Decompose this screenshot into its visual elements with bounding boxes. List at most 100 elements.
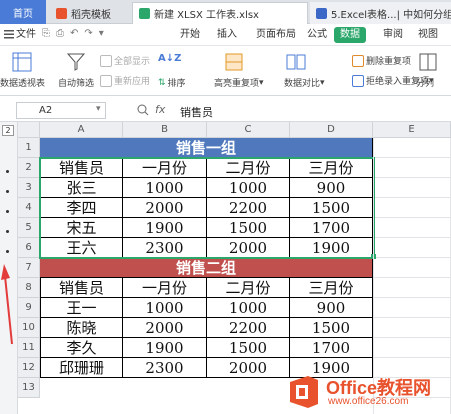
outline-dot — [6, 230, 9, 233]
remove-duplicates-icon — [352, 54, 364, 67]
cell-b4[interactable]: 2000 — [123, 198, 207, 218]
cell-b6[interactable]: 2300 — [123, 238, 207, 258]
column-header-b[interactable]: B — [123, 122, 207, 138]
reapply-button[interactable]: 重新应用 — [100, 74, 150, 87]
cell-b10[interactable]: 2000 — [123, 318, 207, 338]
row-header-11[interactable]: 11 — [18, 338, 40, 358]
split-columns-icon — [419, 53, 437, 71]
cell-d5[interactable]: 1700 — [290, 218, 373, 238]
name-box[interactable]: A2 — [16, 102, 106, 119]
menu-formula[interactable]: 公式 — [307, 27, 327, 43]
row-header-10[interactable]: 10 — [18, 318, 40, 338]
gridline — [373, 317, 451, 318]
select-all-corner[interactable] — [18, 122, 40, 138]
column-header-a[interactable]: A — [40, 122, 123, 138]
cell-d9[interactable]: 900 — [290, 298, 373, 318]
chevron-down-icon[interactable]: ▾ — [96, 104, 101, 114]
fx-icon[interactable]: fx — [155, 103, 165, 116]
cell-d3[interactable]: 900 — [290, 178, 373, 198]
cell-c10[interactable]: 2200 — [207, 318, 290, 338]
column-header-c[interactable]: C — [207, 122, 290, 138]
remove-duplicates-button[interactable]: 删除重复项 — [352, 54, 411, 67]
cell-a3[interactable]: 张三 — [40, 178, 123, 198]
row-header-2[interactable]: 2 — [18, 158, 40, 178]
group1-title-cell[interactable]: 销售一组 — [40, 138, 373, 158]
data-compare-icon — [286, 54, 306, 70]
menu-home[interactable]: 开始 — [180, 27, 200, 43]
cell-b12[interactable]: 2300 — [123, 358, 207, 378]
chevron-down-icon: ▾ — [320, 77, 325, 88]
formula-input[interactable]: 销售员 — [180, 104, 213, 120]
pivot-table-icon — [12, 52, 32, 72]
cell-d10[interactable]: 1500 — [290, 318, 373, 338]
gridline — [373, 257, 451, 258]
outline-dot — [6, 170, 9, 173]
row-header-8[interactable]: 8 — [18, 278, 40, 298]
cell-d8[interactable]: 三月份 — [290, 278, 373, 298]
cell-a4[interactable]: 李四 — [40, 198, 123, 218]
cell-c2[interactable]: 二月份 — [207, 158, 290, 178]
cell-b2[interactable]: 一月份 — [123, 158, 207, 178]
auto-filter-button[interactable]: 自动筛选 — [58, 76, 94, 89]
menu-data[interactable]: 数据 — [334, 27, 366, 43]
cell-c12[interactable]: 2000 — [207, 358, 290, 378]
cell-a6[interactable]: 王六 — [40, 238, 123, 258]
cell-a2[interactable]: 销售员 — [40, 158, 123, 178]
cell-d4[interactable]: 1500 — [290, 198, 373, 218]
cell-c5[interactable]: 1500 — [207, 218, 290, 238]
cell-a8[interactable]: 销售员 — [40, 278, 123, 298]
tab-excel-article[interactable]: 5.Excel表格...| 中如何分组折叠 — [310, 2, 451, 24]
cell-b9[interactable]: 1000 — [123, 298, 207, 318]
cell-c9[interactable]: 1000 — [207, 298, 290, 318]
zoom-icon[interactable] — [137, 104, 149, 116]
cell-d11[interactable]: 1700 — [290, 338, 373, 358]
group2-title-cell[interactable]: 销售二组 — [40, 258, 373, 278]
cell-c3[interactable]: 1000 — [207, 178, 290, 198]
show-all-button[interactable]: 全部显示 — [100, 54, 150, 67]
cell-d6[interactable]: 1900 — [290, 238, 373, 258]
row-header-12[interactable]: 12 — [18, 358, 40, 378]
tab-docer-templates[interactable]: 稻壳模板 — [50, 2, 130, 24]
sort-button[interactable]: ⇅ 排序 — [158, 76, 186, 90]
quick-access-icons[interactable]: ⎘⎙↶↷▾ — [42, 28, 110, 39]
cell-a5[interactable]: 宋五 — [40, 218, 123, 238]
cell-b8[interactable]: 一月份 — [123, 278, 207, 298]
cell-b3[interactable]: 1000 — [123, 178, 207, 198]
menu-insert[interactable]: 插入 — [217, 27, 237, 43]
cell-c8[interactable]: 二月份 — [207, 278, 290, 298]
gridline — [373, 277, 451, 278]
row-header-4[interactable]: 4 — [18, 198, 40, 218]
cell-a9[interactable]: 王一 — [40, 298, 123, 318]
cell-b11[interactable]: 1900 — [123, 338, 207, 358]
column-header-e[interactable]: E — [373, 122, 451, 138]
cell-c4[interactable]: 2200 — [207, 198, 290, 218]
row-header-13[interactable]: 13 — [18, 378, 40, 398]
data-compare-button[interactable]: 数据对比 ▾ — [284, 76, 325, 90]
pivot-table-button[interactable]: 数据透视表 — [0, 76, 45, 89]
cell-a10[interactable]: 陈晓 — [40, 318, 123, 338]
row-header-7[interactable]: 7 — [18, 258, 40, 278]
cell-b5[interactable]: 1900 — [123, 218, 207, 238]
outline-level-button[interactable]: 2 — [2, 125, 14, 136]
cell-a11[interactable]: 李久 — [40, 338, 123, 358]
row-header-1[interactable]: 1 — [18, 138, 40, 158]
column-header-d[interactable]: D — [290, 122, 373, 138]
hamburger-icon[interactable] — [4, 30, 14, 39]
menu-review[interactable]: 审阅 — [383, 27, 403, 43]
cell-a12[interactable]: 邱珊珊 — [40, 358, 123, 378]
cell-d2[interactable]: 三月份 — [290, 158, 373, 178]
cell-c11[interactable]: 1500 — [207, 338, 290, 358]
menu-view[interactable]: 视图 — [418, 27, 438, 43]
row-header-5[interactable]: 5 — [18, 218, 40, 238]
menu-page-layout[interactable]: 页面布局 — [256, 27, 296, 43]
highlight-duplicates-icon — [225, 53, 243, 71]
highlight-duplicates-button[interactable]: 高亮重复项 ▾ — [214, 76, 264, 90]
tab-new-xlsx[interactable]: 新建 XLSX 工作表.xlsx — [132, 2, 308, 24]
row-header-6[interactable]: 6 — [18, 238, 40, 258]
cell-c6[interactable]: 2000 — [207, 238, 290, 258]
row-header-3[interactable]: 3 — [18, 178, 40, 198]
row-header-9[interactable]: 9 — [18, 298, 40, 318]
split-columns-button[interactable]: 分列 — [416, 76, 434, 89]
tab-home[interactable]: 首页 — [0, 0, 46, 24]
menu-file[interactable]: 文件 — [16, 27, 36, 43]
